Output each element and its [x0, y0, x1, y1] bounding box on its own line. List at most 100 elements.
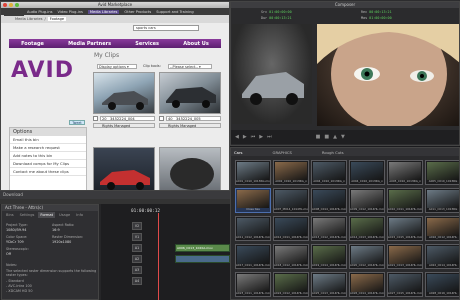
timeline-playhead[interactable] [158, 213, 159, 300]
display-options-select[interactable]: Display options ▾ [97, 64, 137, 69]
menu-support-training[interactable]: Support and Training [156, 10, 193, 14]
close-window-button[interactable] [3, 3, 7, 7]
bin-clip-tile[interactable]: A004_C010_1013RG_x [349, 160, 385, 185]
menu-audio-plugins[interactable]: Audio Plug-ins [27, 10, 53, 14]
menu-media-libraries[interactable]: Media Libraries [87, 9, 120, 14]
step-back-icon[interactable]: ⏮ [251, 134, 256, 140]
minimize-window-button[interactable] [9, 3, 13, 7]
nav-services[interactable]: Services [135, 41, 159, 47]
tab-format[interactable]: Format [38, 212, 56, 218]
bin-clip-tile[interactable]: A011_C013_1013RG [425, 188, 459, 213]
stereoscopic-value[interactable]: Off [6, 252, 11, 256]
bin-clip-tile[interactable]: A023_C011_1014HL.mov [235, 272, 271, 297]
nav-about-us[interactable]: About Us [183, 41, 209, 47]
timecode-value: 01:00:00:00 [269, 10, 292, 14]
clip-thumbnail[interactable] [159, 147, 221, 190]
tab-settings[interactable]: Settings [18, 212, 37, 218]
zoom-window-button[interactable] [15, 3, 19, 7]
bin-clip-tile[interactable]: A022_C014_1014HL [425, 244, 459, 269]
bin-clip-tile[interactable]: A025_C013_1014HL.mov [311, 272, 347, 297]
tab-cars[interactable]: Cars [234, 150, 243, 155]
option-research-request[interactable]: Make a research request [10, 144, 86, 152]
extract-icon[interactable]: ▼ [341, 134, 345, 140]
raster-value[interactable]: 1920x1080 [52, 240, 71, 244]
car-image-icon [166, 87, 216, 108]
bin-clip-tile[interactable]: A001_C010_1013RG.mov [235, 160, 271, 185]
bin-clip-tile[interactable]: A027_C015_1014HL.mov [387, 272, 423, 297]
clip-thumbnail[interactable] [93, 147, 155, 190]
tweet-button[interactable]: Tweet [69, 120, 85, 125]
source-monitor[interactable] [232, 24, 312, 124]
clip-thumbnail[interactable] [159, 72, 221, 114]
overwrite-icon[interactable]: ■ [324, 134, 329, 140]
mark-in-icon[interactable]: ◀ [235, 134, 239, 140]
option-contact-me[interactable]: Contact me about these clips [10, 168, 86, 176]
breadcrumb-media-libraries[interactable]: Media Libraries [15, 17, 42, 21]
lift-icon[interactable]: ▲ [333, 134, 337, 140]
timeline-clip[interactable]: A006_C013_1020A.mov [175, 244, 230, 252]
bin-clip-tile[interactable]: A026_C014_1014HL.mov [349, 272, 385, 297]
bin-clip-tile[interactable]: A028_C016_1014HL [425, 272, 459, 297]
bin-clip-tile[interactable]: A015_C015_1014HL.mov [387, 216, 423, 241]
bin-clip-tile[interactable]: A011_C012_1014HL.mov [235, 216, 271, 241]
bin-clip-tile[interactable]: A002_C010_1013RG_x [273, 160, 309, 185]
color-space-value[interactable]: YCbCr 709 [6, 240, 24, 244]
download-bar[interactable]: Download [0, 191, 230, 199]
bin-clip-tile[interactable]: A007_M014_1014HL.mov [273, 188, 309, 213]
timeline-clip[interactable] [175, 255, 230, 263]
bin-clip-thumbnail [427, 190, 459, 208]
bin-clip-tile[interactable]: A019_C014_1014HL.mov [311, 244, 347, 269]
bin-clip-tile[interactable]: A020_C012_1014HL.mov [349, 244, 385, 269]
bin-clip-tile[interactable]: A005_C010_1013RG_x [387, 160, 423, 185]
bin-clip-tile[interactable]: A017_C011_1014HL.mov [235, 244, 271, 269]
bin-clip-tile[interactable]: A009_C012_1014HL.mov [349, 188, 385, 213]
bin-clip-tile[interactable]: A004_C010_1013RG_x [311, 160, 347, 185]
bin-clip-tile[interactable]: A008_C014_1014HL.mov [311, 188, 347, 213]
tab-rough-cuts[interactable]: Rough Cuts [322, 150, 344, 155]
bin-clip-label: A004_C010_1013RG_x [313, 179, 345, 183]
step-forward-icon[interactable]: ⏭ [267, 134, 272, 140]
bin-clip-tile[interactable]: A012_C011_1014HL.mov [273, 216, 309, 241]
aspect-ratio-value[interactable]: 16:9 [52, 228, 60, 232]
clip-tools-select[interactable]: --Please select-- ▾ [168, 64, 212, 69]
record-monitor[interactable] [317, 24, 459, 126]
mark-out-icon[interactable]: ▶ [243, 134, 247, 140]
bin-clip-tile[interactable]: A010_C011_1014HL.mov [387, 188, 423, 213]
bin-clip-tile[interactable]: A018_C012_1014HL.mov [273, 244, 309, 269]
tab-usage[interactable]: Usage [57, 212, 72, 218]
timeline[interactable]: 01:00:00:12 V2 V1 A1 A2 A3 A4 A006_C013_1020A… [101, 204, 230, 300]
menu-video-plugins[interactable]: Video Plug-ins [58, 10, 83, 14]
bin-clip-tile[interactable]: A016_C012_1014HL [425, 216, 459, 241]
nav-footage[interactable]: Footage [21, 41, 44, 47]
tab-graphics[interactable]: GRAPHICS [273, 150, 292, 155]
breadcrumb-footage[interactable]: Footage [47, 17, 67, 21]
bin-clip-tile[interactable]: A005_C010_1013RG [425, 160, 459, 185]
bin-clip-tile[interactable]: Close ties [235, 188, 271, 213]
clip-thumbnail[interactable] [93, 72, 155, 114]
splice-icon[interactable]: ■ [316, 134, 321, 140]
clip-select-checkbox[interactable] [93, 116, 98, 121]
bin-clip-thumbnail [389, 218, 421, 236]
bin-clip-thumbnail [389, 246, 421, 264]
track-header[interactable]: A1 [132, 244, 142, 252]
bin-clip-tile[interactable]: A013_C012_1014HL.mov [311, 216, 347, 241]
track-header[interactable]: A3 [132, 266, 142, 274]
option-email-bin[interactable]: Email this bin [10, 136, 86, 144]
track-header[interactable]: A4 [132, 277, 142, 285]
tab-bins[interactable]: Bins [4, 212, 16, 218]
option-download-comps[interactable]: Download comps for My Clips [10, 160, 86, 168]
play-icon[interactable]: ▶ [259, 134, 263, 140]
track-header[interactable]: V2 [132, 222, 142, 230]
bin-clip-tile[interactable]: A024_C012_1014HL.mov [273, 272, 309, 297]
bin-clip-tile[interactable]: A014_C013_1014HL.mov [349, 216, 385, 241]
option-add-notes[interactable]: Add notes to this bin [10, 152, 86, 160]
bin-clip-tile[interactable]: A021_C013_1014HL.mov [387, 244, 423, 269]
clip-quantity: 40 [168, 117, 173, 121]
track-header[interactable]: A2 [132, 255, 142, 263]
clip-select-checkbox[interactable] [159, 116, 164, 121]
track-header[interactable]: V1 [132, 233, 142, 241]
tab-info[interactable]: Info [74, 212, 85, 218]
nav-media-partners[interactable]: Media Partners [68, 41, 111, 47]
search-input[interactable]: sports cars [133, 25, 199, 31]
menu-other-products[interactable]: Other Products [124, 10, 151, 14]
